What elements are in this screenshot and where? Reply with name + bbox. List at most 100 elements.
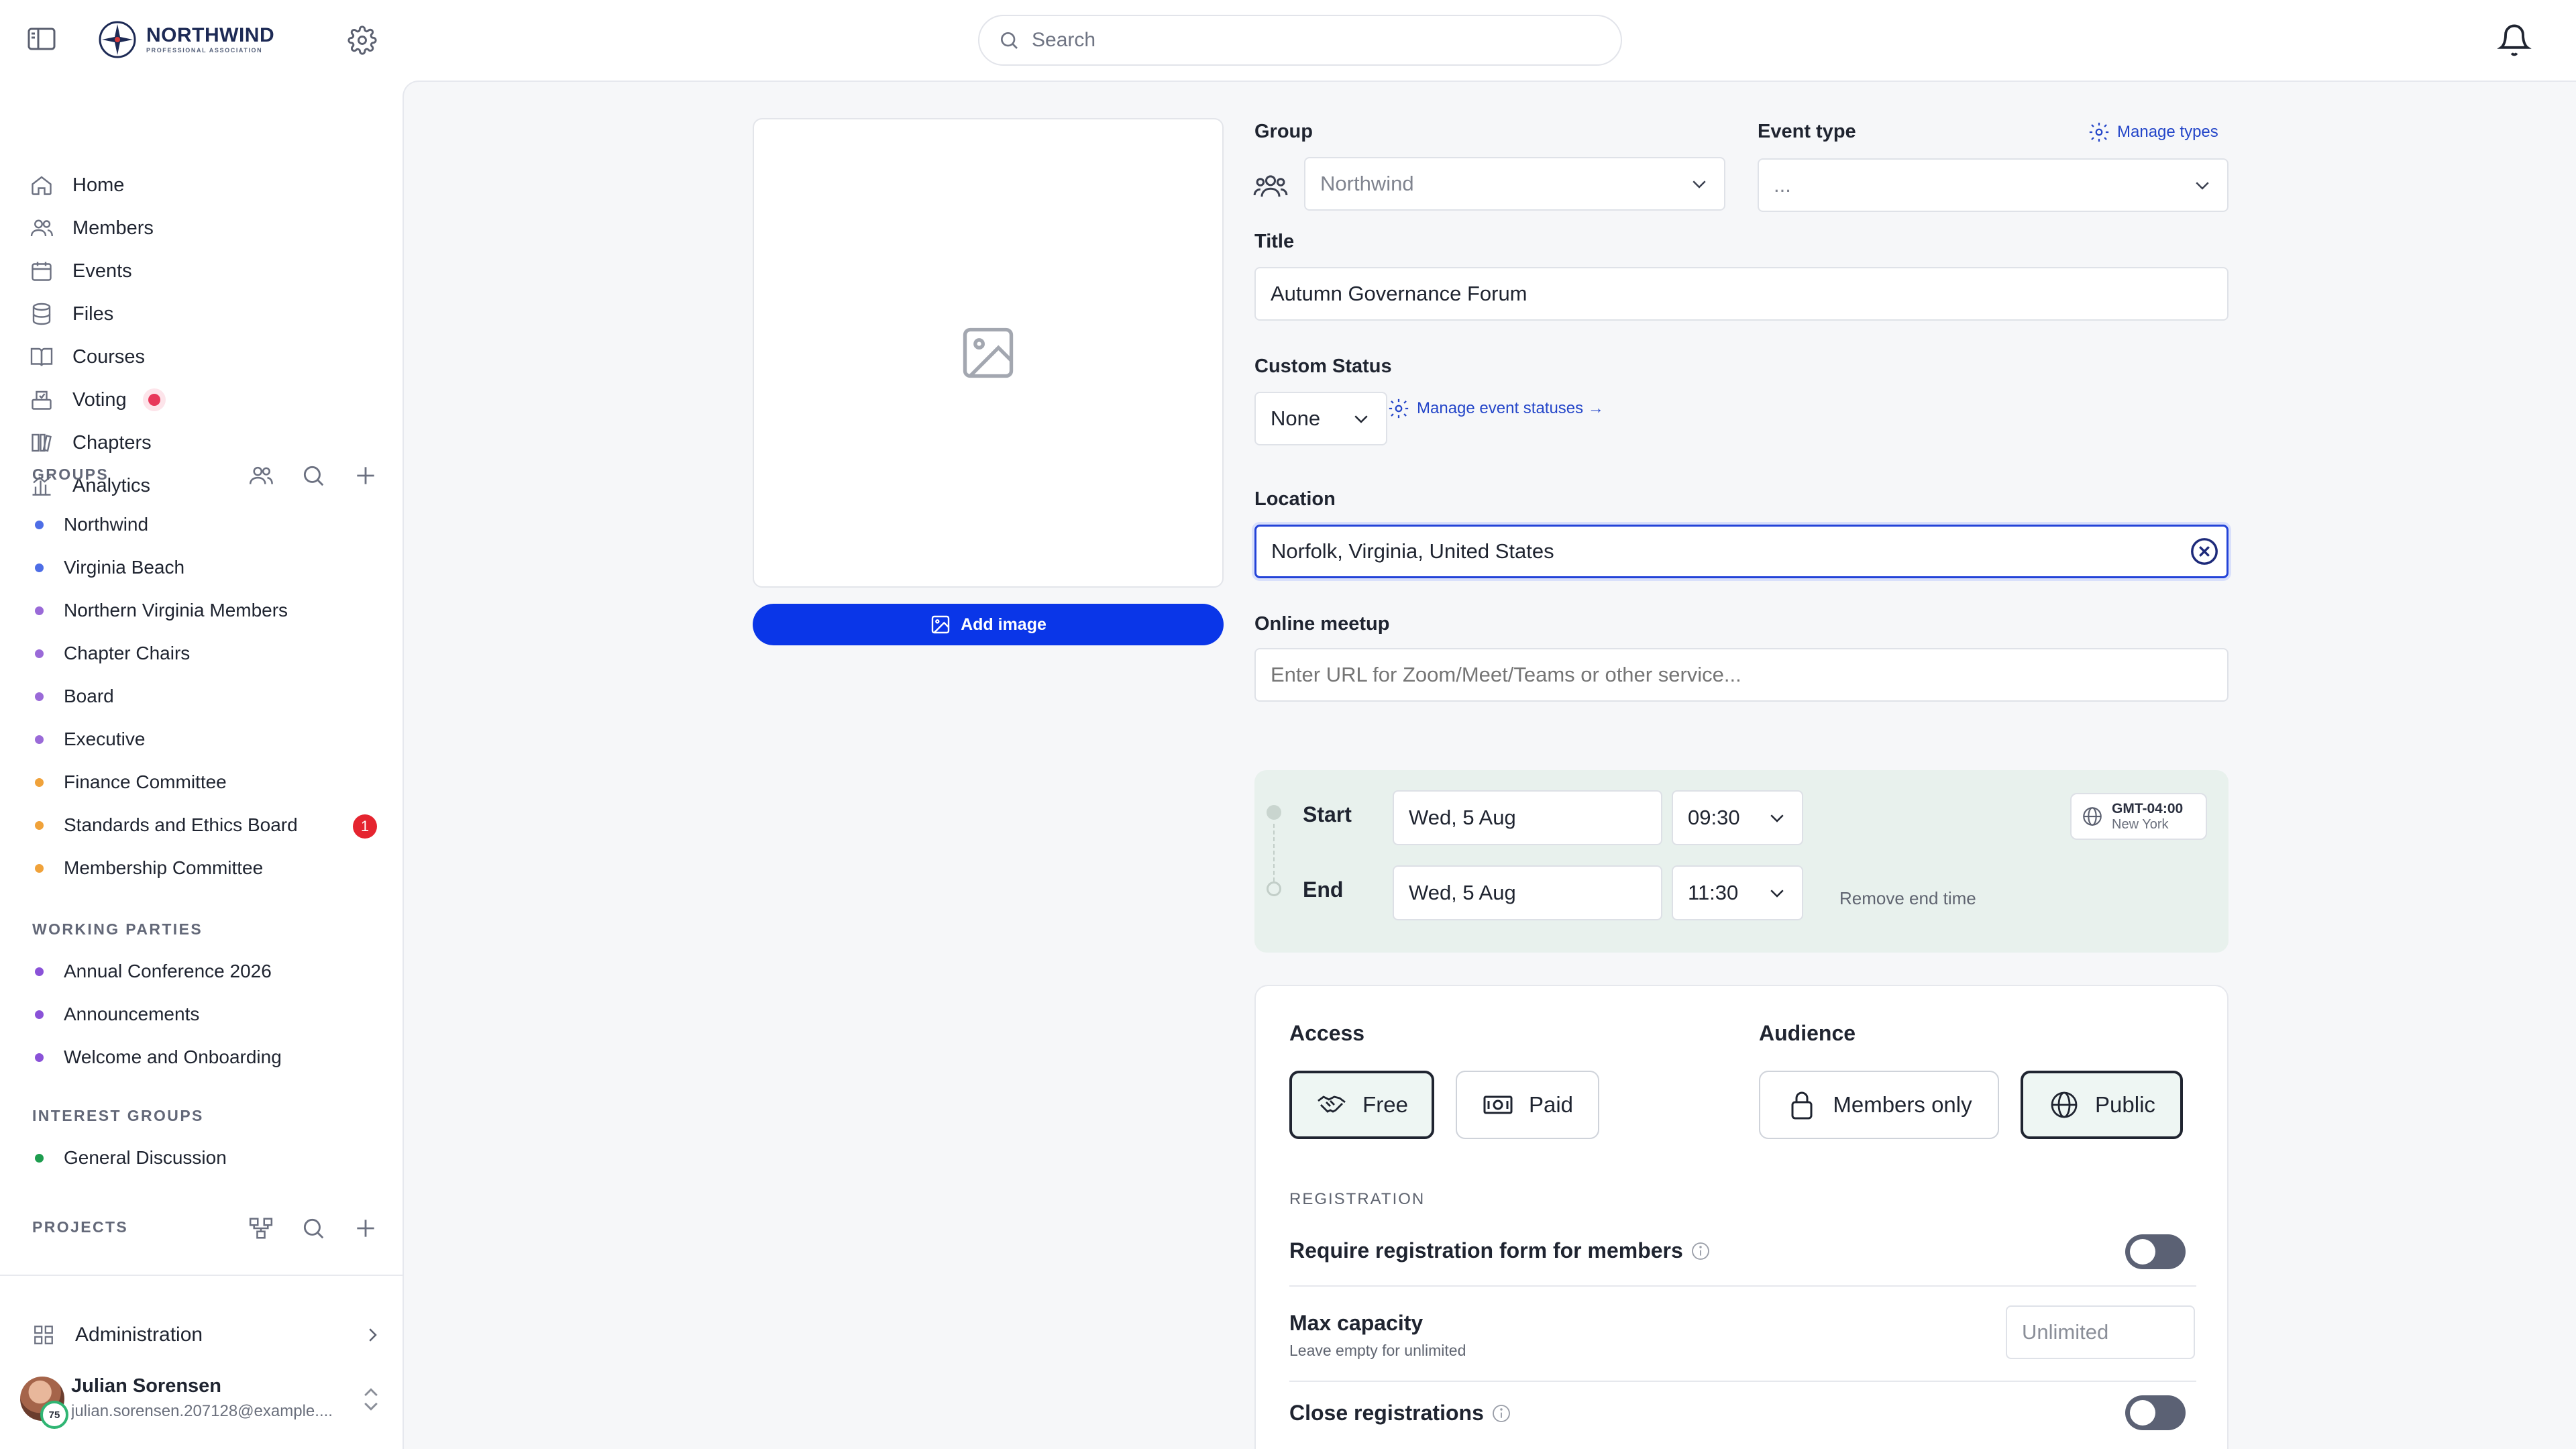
globe-icon — [2051, 1091, 2078, 1118]
administration-label: Administration — [75, 1324, 203, 1346]
manage-types-label: Manage types — [2117, 123, 2218, 141]
nav-members-label: Members — [72, 217, 154, 239]
access-free-option[interactable]: Free — [1289, 1071, 1434, 1139]
event-type-select[interactable]: ... — [1758, 158, 2229, 212]
title-input[interactable]: Autumn Governance Forum — [1254, 267, 2229, 321]
event-image-placeholder[interactable] — [753, 118, 1224, 588]
administration-button[interactable]: Administration — [32, 1315, 382, 1355]
group-color-dot — [35, 863, 44, 873]
user-name: Julian Sorensen — [71, 1375, 222, 1397]
require-registration-toggle[interactable] — [2125, 1234, 2186, 1269]
max-capacity-input[interactable] — [2006, 1305, 2195, 1359]
group-label: Finance Committee — [64, 771, 227, 792]
add-image-button[interactable]: Add image — [753, 604, 1224, 645]
access-paid-option[interactable]: Paid — [1456, 1071, 1599, 1139]
project-tree-icon[interactable] — [248, 1216, 274, 1241]
group-item[interactable]: Membership Committee — [35, 857, 263, 879]
require-registration-row: Require registration form for members — [1289, 1238, 1711, 1263]
settings-gear-icon[interactable] — [347, 25, 377, 55]
search-bar[interactable] — [978, 15, 1622, 66]
notification-bell-icon[interactable] — [2497, 21, 2532, 59]
end-timeline-dot — [1267, 881, 1281, 896]
end-label: End — [1303, 877, 1344, 902]
info-icon[interactable] — [1690, 1240, 1711, 1262]
timeline-connector — [1273, 824, 1275, 881]
nav-chapters[interactable]: Chapters — [30, 427, 152, 459]
working-party-item[interactable]: Announcements — [35, 1004, 199, 1025]
main-content: Add image Group Northwind Event type Man… — [402, 80, 2576, 1449]
handshake-icon — [1318, 1095, 1346, 1113]
chevron-down-icon — [1354, 415, 1368, 423]
calendar-icon — [32, 262, 52, 281]
nav-courses[interactable]: Courses — [30, 341, 145, 373]
group-label: Membership Committee — [64, 857, 264, 878]
image-placeholder-icon — [963, 327, 1014, 378]
gear-icon — [1389, 398, 1409, 419]
manage-statuses-link[interactable]: Manage event statuses → — [1387, 397, 1604, 420]
group-item[interactable]: Board — [35, 686, 114, 707]
access-card: Access Free Paid Audience Members only P… — [1254, 985, 2229, 1449]
user-menu[interactable]: 75 Julian Sorensen julian.sorensen.20712… — [20, 1374, 389, 1434]
search-groups-icon[interactable] — [301, 463, 326, 488]
compass-logo-icon — [99, 21, 136, 58]
end-date-input[interactable]: Wed, 5 Aug — [1393, 865, 1662, 920]
group-color-dot — [35, 520, 44, 529]
nav-home[interactable]: Home — [30, 169, 124, 201]
audience-members-label: Members only — [1833, 1092, 1972, 1117]
nav-members[interactable]: Members — [30, 212, 154, 244]
sidebar-toggle-icon[interactable] — [27, 27, 56, 51]
group-item[interactable]: Northwind — [35, 514, 148, 535]
nav-voting[interactable]: Voting — [30, 384, 160, 416]
working-party-item[interactable]: Welcome and Onboarding — [35, 1046, 282, 1068]
interest-group-item[interactable]: General Discussion — [35, 1147, 227, 1169]
nav-events[interactable]: Events — [30, 255, 132, 287]
audience-members-option[interactable]: Members only — [1759, 1071, 1999, 1139]
remove-end-time-link[interactable]: Remove end time — [1839, 888, 1976, 909]
group-item[interactable]: Chapter Chairs — [35, 643, 190, 664]
end-time-value: 11:30 — [1688, 881, 1739, 904]
brand-tagline: PROFESSIONAL ASSOCIATION — [146, 47, 263, 54]
group-item[interactable]: Virginia Beach — [35, 557, 184, 578]
registration-heading: REGISTRATION — [1289, 1190, 1426, 1208]
nav-voting-label: Voting — [72, 388, 127, 411]
add-project-icon[interactable] — [353, 1216, 378, 1241]
end-time-select[interactable]: 11:30 — [1672, 865, 1803, 920]
location-input[interactable]: Norfolk, Virginia, United States — [1254, 525, 2229, 578]
group-color-dot — [35, 967, 44, 976]
add-group-icon[interactable] — [353, 463, 378, 488]
online-meetup-label: Online meetup — [1254, 613, 1390, 635]
group-item[interactable]: Standards and Ethics Board — [35, 814, 298, 836]
group-select[interactable]: Northwind — [1304, 157, 1725, 211]
custom-status-label: Custom Status — [1254, 356, 1392, 377]
nav-files[interactable]: Files — [30, 298, 113, 330]
avatar-score-badge: 75 — [40, 1401, 68, 1429]
custom-status-select[interactable]: None — [1254, 392, 1387, 445]
divider — [1289, 1285, 2196, 1287]
audience-heading: Audience — [1759, 1021, 1856, 1045]
audience-public-option[interactable]: Public — [2021, 1071, 2183, 1139]
start-date-input[interactable]: Wed, 5 Aug — [1393, 790, 1662, 845]
group-item[interactable]: Executive — [35, 729, 145, 750]
group-item[interactable]: Northern Virginia Members — [35, 600, 288, 621]
working-party-item[interactable]: Annual Conference 2026 — [35, 961, 272, 982]
clear-circle-x-icon[interactable] — [2189, 536, 2220, 567]
sidebar: Home Members Events Files Courses Voting… — [0, 80, 402, 1449]
start-time-select[interactable]: 09:30 — [1672, 790, 1803, 845]
access-free-label: Free — [1362, 1092, 1408, 1117]
search-projects-icon[interactable] — [301, 1216, 326, 1241]
group-label: Board — [64, 686, 114, 706]
search-input[interactable] — [1032, 29, 1568, 52]
nav-home-label: Home — [72, 174, 125, 196]
manage-types-link[interactable]: Manage types — [2088, 121, 2218, 144]
brand-logo[interactable]: NORTHWIND PROFESSIONAL ASSOCIATION — [98, 20, 274, 59]
online-meetup-input[interactable] — [1254, 648, 2229, 702]
timezone-button[interactable]: GMT-04:00 New York — [2070, 793, 2207, 840]
groups-actions — [248, 463, 378, 488]
close-registrations-toggle[interactable] — [2125, 1395, 2186, 1430]
chevron-down-icon — [1693, 180, 1706, 189]
group-label: Group — [1254, 121, 1313, 142]
event-type-label: Event type — [1758, 121, 1856, 142]
info-icon[interactable] — [1491, 1403, 1512, 1424]
group-members-icon[interactable] — [248, 463, 274, 488]
group-item[interactable]: Finance Committee — [35, 771, 227, 793]
